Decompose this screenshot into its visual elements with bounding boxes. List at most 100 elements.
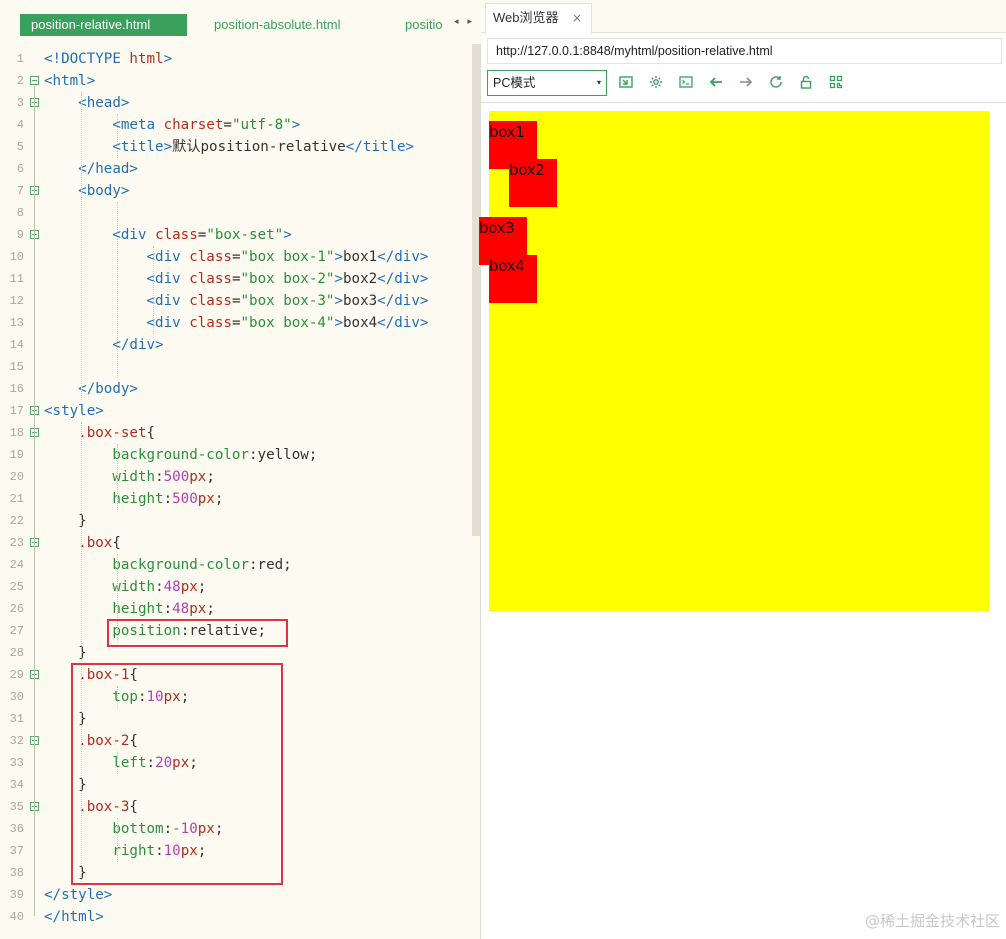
lock-icon[interactable] bbox=[798, 74, 814, 90]
code-text: <style> bbox=[44, 400, 104, 422]
code-token: background-color bbox=[112, 557, 250, 573]
code-line[interactable]: 10 <div class="box box-1">box1</div> bbox=[0, 246, 472, 268]
close-icon[interactable]: × bbox=[572, 4, 582, 32]
code-token: "utf-8" bbox=[231, 117, 292, 133]
fold-collapse-icon[interactable] bbox=[30, 76, 39, 85]
line-number: 15 bbox=[9, 360, 24, 374]
line-number: 10 bbox=[9, 250, 24, 264]
code-line[interactable]: 23 .box{ bbox=[0, 532, 472, 554]
tab-position-absolute[interactable]: position-absolute.html bbox=[214, 14, 384, 36]
code-text: <div class="box box-1">box1</div> bbox=[44, 246, 429, 268]
box-2: box2 bbox=[509, 159, 557, 207]
code-text: <head> bbox=[44, 92, 129, 114]
back-arrow-icon[interactable] bbox=[708, 74, 724, 90]
code-token: .box bbox=[78, 535, 113, 551]
code-token: 默认position-relative bbox=[172, 139, 346, 155]
code-line[interactable]: 16 </body> bbox=[0, 378, 472, 400]
code-line[interactable]: 8 bbox=[0, 202, 472, 224]
tab-web-browser[interactable]: Web浏览器 × bbox=[485, 3, 592, 34]
code-line[interactable]: 1 <!DOCTYPE html> bbox=[0, 48, 472, 70]
code-line[interactable]: 25 width:48px; bbox=[0, 576, 472, 598]
code-line[interactable]: 26 height:48px; bbox=[0, 598, 472, 620]
code-token: </div> bbox=[377, 271, 429, 287]
code-token: ; bbox=[206, 469, 215, 485]
code-text: <div class="box box-2">box2</div> bbox=[44, 268, 429, 290]
tab-scroll-arrows-icon[interactable]: ◂ ▸ bbox=[454, 17, 475, 27]
code-line[interactable]: 20 width:500px; bbox=[0, 466, 472, 488]
settings-icon[interactable] bbox=[648, 74, 664, 90]
code-line[interactable]: 13 <div class="box box-4">box4</div> bbox=[0, 312, 472, 334]
code-token: </div> bbox=[112, 337, 164, 353]
code-token: width bbox=[112, 579, 156, 595]
indent-guide bbox=[81, 92, 82, 400]
code-text: background-color:yellow; bbox=[44, 444, 317, 466]
code-token: { bbox=[146, 425, 156, 441]
code-line[interactable]: 11 <div class="box box-2">box2</div> bbox=[0, 268, 472, 290]
code-line[interactable]: 6 </head> bbox=[0, 158, 472, 180]
reload-icon[interactable] bbox=[768, 74, 784, 90]
code-line[interactable]: 4 <meta charset="utf-8"> bbox=[0, 114, 472, 136]
line-number: 9 bbox=[16, 228, 24, 242]
device-mode-select[interactable]: PC模式 ▾ bbox=[487, 70, 607, 96]
code-text: </body> bbox=[44, 378, 138, 400]
forward-arrow-icon[interactable] bbox=[738, 74, 754, 90]
code-token: : bbox=[155, 579, 164, 595]
code-line[interactable]: 21 height:500px; bbox=[0, 488, 472, 510]
code-line[interactable]: 9 <div class="box-set"> bbox=[0, 224, 472, 246]
code-text: <!DOCTYPE html> bbox=[44, 48, 172, 70]
code-token: : bbox=[163, 601, 173, 617]
code-line[interactable]: 5 <title>默认position-relative</title> bbox=[0, 136, 472, 158]
code-text: </head> bbox=[44, 158, 138, 180]
code-line[interactable]: 15 bbox=[0, 356, 472, 378]
code-line[interactable]: 40 </html> bbox=[0, 906, 472, 928]
line-number: 11 bbox=[9, 272, 24, 286]
code-line[interactable]: 7 <body> bbox=[0, 180, 472, 202]
url-input[interactable]: http://127.0.0.1:8848/myhtml/position-re… bbox=[487, 38, 1002, 64]
screenshot-icon[interactable] bbox=[618, 74, 634, 90]
code-token: :yellow; bbox=[249, 447, 318, 463]
code-token: </div> bbox=[377, 315, 429, 331]
code-line[interactable]: 19 background-color:yellow; bbox=[0, 444, 472, 466]
code-token: 500 bbox=[163, 469, 190, 485]
code-token: "box-set" bbox=[206, 227, 284, 243]
code-text: <html> bbox=[44, 70, 95, 92]
code-line[interactable]: 18 .box-set{ bbox=[0, 422, 472, 444]
browser-toolbar: PC模式 ▾ bbox=[481, 68, 1006, 100]
tab-position-truncated[interactable]: positio bbox=[405, 14, 451, 36]
code-token: 500 bbox=[172, 491, 198, 507]
chevron-down-icon: ▾ bbox=[596, 78, 601, 87]
code-line[interactable]: 24 background-color:red; bbox=[0, 554, 472, 576]
line-number: 27 bbox=[9, 624, 24, 638]
code-line[interactable]: 2 <html> bbox=[0, 70, 472, 92]
code-editor-pane: position-relative.html position-absolute… bbox=[0, 0, 481, 939]
qrcode-icon[interactable] bbox=[828, 74, 844, 90]
code-line[interactable]: 12 <div class="box box-3">box3</div> bbox=[0, 290, 472, 312]
indent-guide bbox=[153, 246, 154, 334]
editor-scrollbar[interactable] bbox=[472, 44, 480, 536]
code-line[interactable]: 22 } bbox=[0, 510, 472, 532]
code-token: </style> bbox=[44, 887, 113, 903]
code-token: height bbox=[112, 491, 164, 507]
box-4: box4 bbox=[489, 255, 537, 303]
code-token: <div bbox=[112, 227, 156, 243]
tab-position-relative[interactable]: position-relative.html bbox=[20, 14, 187, 36]
code-token: "box box-1" bbox=[240, 249, 335, 265]
box-set-container: box1 box2 box3 box4 bbox=[479, 111, 989, 611]
code-token: > bbox=[334, 271, 343, 287]
code-token: "box box-3" bbox=[240, 293, 335, 309]
console-icon[interactable] bbox=[678, 74, 694, 90]
line-number: 19 bbox=[9, 448, 24, 462]
code-line[interactable]: 17 <style> bbox=[0, 400, 472, 422]
code-text: <div class="box box-4">box4</div> bbox=[44, 312, 429, 334]
code-line[interactable]: 3 <head> bbox=[0, 92, 472, 114]
code-token: px bbox=[197, 491, 215, 507]
code-token: width bbox=[112, 469, 156, 485]
code-line[interactable]: 14 </div> bbox=[0, 334, 472, 356]
indent-guide bbox=[117, 202, 118, 378]
code-line[interactable]: 39 </style> bbox=[0, 884, 472, 906]
